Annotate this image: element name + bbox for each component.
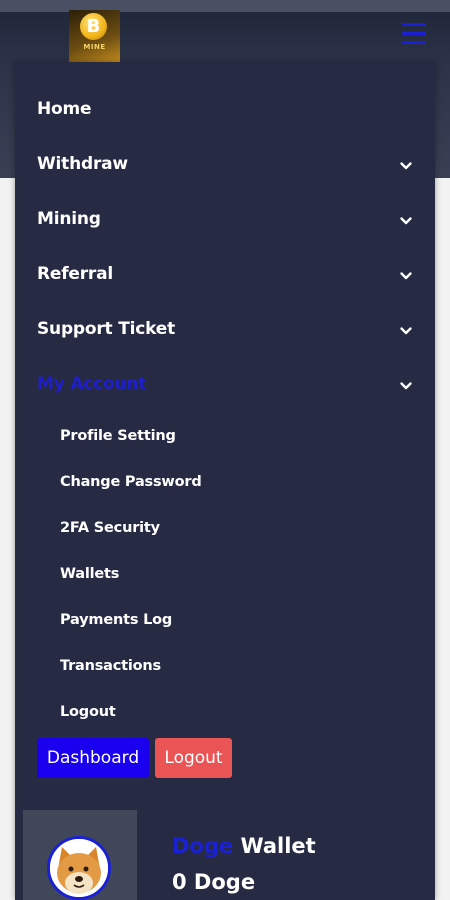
doge-face-icon [50,839,108,897]
hamburger-line [402,41,426,44]
wallet-icon-card [23,810,137,900]
nav-item-mining[interactable]: Mining [37,207,413,237]
chevron-down-icon [400,382,412,390]
nav-item-home[interactable]: Home [37,97,413,127]
doge-coin-icon [47,836,111,900]
dashboard-button[interactable]: Dashboard [37,738,149,778]
hamburger-line [402,23,426,26]
submenu-wallets[interactable]: Wallets [60,566,360,590]
chevron-down-icon [400,272,412,280]
wallet-title: Doge Wallet [172,834,316,858]
nav-item-label: Support Ticket [37,319,175,339]
nav-item-label: Mining [37,209,101,229]
logo-text: MINE [83,43,106,51]
bitcoin-coin-icon: B [80,13,107,40]
nav-item-withdraw[interactable]: Withdraw [37,152,413,182]
logout-button[interactable]: Logout [155,738,232,778]
nav-item-label: Home [37,99,92,119]
submenu-logout[interactable]: Logout [60,704,360,728]
nav-item-label: My Account [37,374,147,394]
nav-item-my-account[interactable]: My Account [37,372,413,402]
site-logo[interactable]: B MINE [69,10,120,62]
wallet-title-suffix: Wallet [240,834,316,858]
chevron-down-icon [400,327,412,335]
chevron-down-icon [400,217,412,225]
nav-item-label: Withdraw [37,154,128,174]
wallet-balance: 0 Doge [172,870,256,894]
chevron-down-icon [400,162,412,170]
hamburger-icon[interactable] [402,23,426,45]
hamburger-line [402,32,426,35]
wallet-currency: Doge [172,834,234,858]
nav-item-support-ticket[interactable]: Support Ticket [37,317,413,347]
submenu-2fa-security[interactable]: 2FA Security [60,520,360,544]
nav-item-label: Referral [37,264,114,284]
submenu-payments-log[interactable]: Payments Log [60,612,360,636]
submenu-change-password[interactable]: Change Password [60,474,360,498]
submenu-transactions[interactable]: Transactions [60,658,360,682]
header-top-strip [0,0,450,12]
nav-item-referral[interactable]: Referral [37,262,413,292]
submenu-profile-setting[interactable]: Profile Setting [60,428,360,452]
mobile-nav-menu: Home Withdraw Mining Referral Support Ti… [15,62,435,900]
